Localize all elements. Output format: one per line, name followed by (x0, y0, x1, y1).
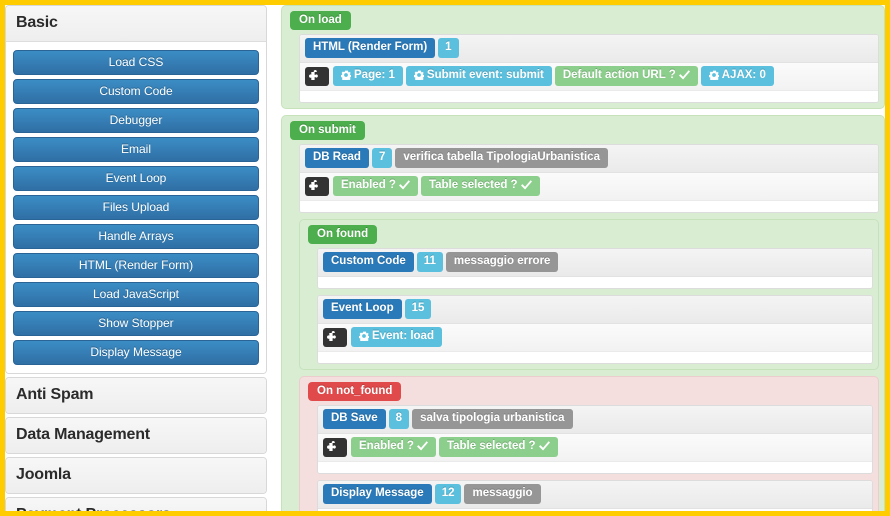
action-meta-label: Page: 1 (354, 69, 395, 81)
action-note-pill[interactable]: messaggio errore (445, 252, 559, 272)
action-id-pill[interactable]: 15 (404, 299, 432, 319)
sidebar-action-handle-arrays[interactable]: Handle Arrays (13, 224, 259, 249)
sidebar-action-display-message[interactable]: Display Message (13, 340, 259, 365)
action-meta-label: Event: load (372, 330, 434, 342)
action-card[interactable]: DB Save 8 salva tipologia urbanistica Enabl… (317, 405, 873, 474)
action-meta-pill[interactable]: Page: 1 (333, 66, 403, 86)
sidebar-group-body: Load CSS Custom Code Debugger Email Event Lo… (6, 42, 266, 373)
action-card-footer (318, 509, 872, 511)
action-meta-label: Enabled ? (341, 179, 396, 191)
action-note-pill[interactable]: salva tipologia urbanistica (412, 409, 573, 429)
action-card[interactable]: Custom Code 11 messaggio errore (317, 248, 873, 289)
workflow-canvas: On load HTML (Render Form) 1 Page: 1 Submit … (267, 5, 885, 511)
action-card-title-row: Display Message 12 messaggio (318, 481, 872, 509)
sidebar-group-payment-processors: Payment Processors (5, 497, 267, 511)
sidebar-action-load-css[interactable]: Load CSS (13, 50, 259, 75)
action-card-footer (300, 91, 878, 102)
action-meta-label: Table selected ? (428, 179, 518, 191)
sidebar-group-header-basic[interactable]: Basic (6, 6, 266, 42)
sidebar-action-custom-code[interactable]: Custom Code (13, 79, 259, 104)
sidebar-group-header-payment-processors[interactable]: Payment Processors (6, 498, 266, 511)
action-meta-pill[interactable]: Table selected ? (438, 437, 558, 457)
action-id-pill[interactable]: 12 (434, 484, 462, 504)
action-card-footer (318, 352, 872, 363)
action-card-meta-row: Enabled ? Table selected ? (318, 434, 872, 462)
sidebar-action-debugger[interactable]: Debugger (13, 108, 259, 133)
action-card-footer (318, 462, 872, 473)
sidebar-action-show-stopper[interactable]: Show Stopper (13, 311, 259, 336)
action-id-pill[interactable]: 11 (416, 252, 443, 272)
event-badge[interactable]: On found (308, 225, 378, 244)
event-badge[interactable]: On load (290, 11, 351, 30)
sidebar-group-header-data-management[interactable]: Data Management (6, 418, 266, 453)
puzzle-piece-icon[interactable] (305, 176, 329, 196)
action-name-pill[interactable]: Custom Code (323, 252, 414, 272)
puzzle-piece-icon[interactable] (323, 437, 347, 457)
sidebar-action-files-upload[interactable]: Files Upload (13, 195, 259, 220)
action-name-pill[interactable]: Event Loop (323, 299, 402, 319)
action-meta-label: Table selected ? (446, 440, 536, 452)
sidebar-action-event-loop[interactable]: Event Loop (13, 166, 259, 191)
action-name-pill[interactable]: DB Read (305, 148, 369, 168)
sidebar-group-header-anti-spam[interactable]: Anti Spam (6, 378, 266, 413)
action-meta-label: AJAX: 0 (721, 69, 766, 81)
sidebar-group-data-management: Data Management (5, 417, 267, 454)
action-card-title-row: DB Read 7 verifica tabella TipologiaUrbani… (300, 145, 878, 173)
action-card[interactable]: DB Read 7 verifica tabella TipologiaUrbani… (299, 144, 879, 213)
event-panel-on-not_found: On not_found DB Save 8 salva tipologia urba… (299, 376, 879, 511)
action-name-pill[interactable]: HTML (Render Form) (305, 38, 436, 58)
action-card[interactable]: HTML (Render Form) 1 Page: 1 Submit event: … (299, 34, 879, 103)
event-panel-on-found: On found Custom Code 11 messaggio errore Eve… (299, 219, 879, 370)
puzzle-piece-icon[interactable] (305, 66, 329, 86)
event-badge[interactable]: On not_found (308, 382, 402, 401)
sidebar-group-basic: Basic Load CSS Custom Code Debugger Email Eve… (5, 5, 267, 374)
action-id-pill[interactable]: 7 (371, 148, 393, 168)
action-card-title-row: DB Save 8 salva tipologia urbanistica (318, 406, 872, 434)
action-note-pill[interactable]: messaggio (464, 484, 541, 504)
action-card-title-row: HTML (Render Form) 1 (300, 35, 878, 63)
action-note-pill[interactable]: verifica tabella TipologiaUrbanistica (395, 148, 608, 168)
event-panel-on-submit: On submit DB Read 7 verifica tabella Tipolo… (281, 115, 885, 511)
action-card-meta-row: Event: load (318, 324, 872, 352)
action-card-footer (318, 277, 872, 288)
action-meta-pill[interactable]: Submit event: submit (405, 66, 552, 86)
app-window: Basic Load CSS Custom Code Debugger Email Eve… (0, 0, 890, 516)
sidebar-action-email[interactable]: Email (13, 137, 259, 162)
action-id-pill[interactable]: 1 (438, 38, 459, 58)
action-meta-label: Default action URL ? (562, 69, 676, 81)
action-meta-pill[interactable]: Enabled ? (333, 176, 418, 196)
action-id-pill[interactable]: 8 (388, 409, 410, 429)
action-card-meta-row: Page: 1 Submit event: submit Default actio… (300, 63, 878, 91)
action-meta-pill[interactable]: Table selected ? (420, 176, 540, 196)
action-card-footer (300, 201, 878, 212)
sidebar-group-joomla: Joomla (5, 457, 267, 494)
action-name-pill[interactable]: Display Message (323, 484, 432, 504)
action-card-title-row: Custom Code 11 messaggio errore (318, 249, 872, 277)
action-meta-pill[interactable]: Enabled ? (351, 437, 436, 457)
action-meta-pill[interactable]: Default action URL ? (554, 66, 698, 86)
action-meta-label: Submit event: submit (426, 69, 544, 81)
sidebar-action-load-javascript[interactable]: Load JavaScript (13, 282, 259, 307)
action-meta-pill[interactable]: Event: load (351, 327, 442, 347)
action-card[interactable]: Display Message 12 messaggio (317, 480, 873, 511)
action-card-title-row: Event Loop 15 (318, 296, 872, 324)
puzzle-piece-icon[interactable] (323, 327, 347, 347)
action-meta-pill[interactable]: AJAX: 0 (700, 66, 774, 86)
action-card-meta-row: Enabled ? Table selected ? (300, 173, 878, 201)
sidebar-action-html-render-form[interactable]: HTML (Render Form) (13, 253, 259, 278)
action-card[interactable]: Event Loop 15 Event: load (317, 295, 873, 364)
action-name-pill[interactable]: DB Save (323, 409, 386, 429)
actions-sidebar: Basic Load CSS Custom Code Debugger Email Eve… (5, 5, 267, 511)
action-meta-label: Enabled ? (359, 440, 414, 452)
event-panel-on-load: On load HTML (Render Form) 1 Page: 1 Submit … (281, 5, 885, 109)
event-badge[interactable]: On submit (290, 121, 365, 140)
sidebar-group-anti-spam: Anti Spam (5, 377, 267, 414)
sidebar-group-header-joomla[interactable]: Joomla (6, 458, 266, 493)
